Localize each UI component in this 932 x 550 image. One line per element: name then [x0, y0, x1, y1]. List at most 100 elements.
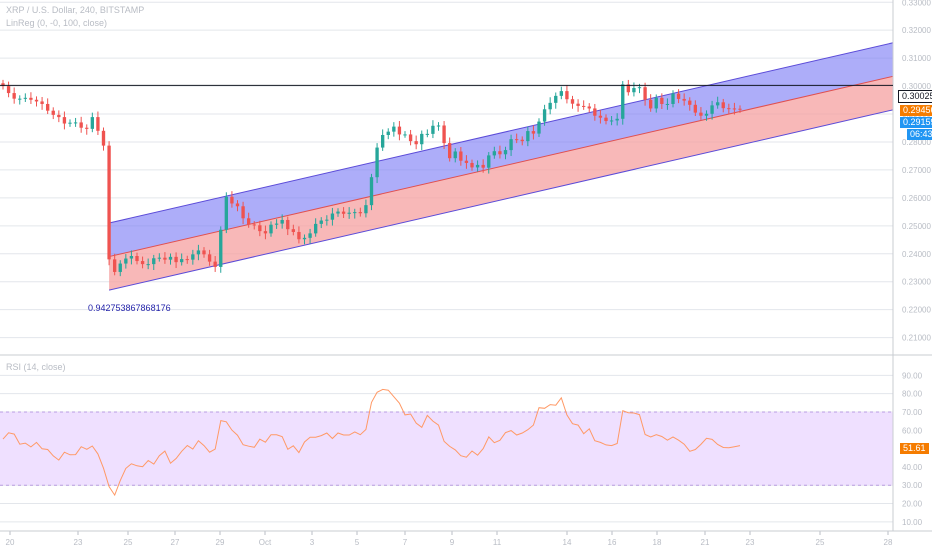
candle-down — [29, 97, 33, 100]
candle-down — [470, 162, 474, 168]
rsi-tick-label: 60.00 — [902, 426, 923, 435]
rsi-tick-label: 10.00 — [902, 518, 923, 527]
price-tick-label: 0.23000 — [902, 278, 931, 287]
candle-down — [498, 151, 502, 155]
candle-up — [453, 151, 457, 159]
candle-down — [51, 110, 55, 115]
candle-up — [68, 122, 72, 124]
candle-down — [85, 127, 89, 129]
candle-down — [297, 231, 301, 240]
candle-down — [213, 261, 217, 267]
candle-down — [565, 91, 569, 100]
candle-up — [124, 258, 128, 264]
candle-up — [420, 133, 424, 145]
x-tick-label: 9 — [450, 538, 455, 547]
x-tick-label: 11 — [493, 538, 502, 547]
candle-down — [408, 134, 413, 142]
x-tick-label: 18 — [653, 538, 662, 547]
candle-down — [587, 106, 591, 109]
candle-up — [364, 205, 368, 214]
candle-up — [319, 220, 323, 224]
candle-up — [621, 84, 625, 119]
candle-down — [62, 117, 67, 124]
price-tick-label: 0.25000 — [902, 222, 931, 231]
candle-up — [302, 237, 307, 240]
candle-down — [12, 93, 16, 99]
x-tick-label: 23 — [74, 538, 83, 547]
x-tick-label: 16 — [608, 538, 617, 547]
candle-down — [286, 219, 290, 230]
x-tick-label: 21 — [701, 538, 710, 547]
candle-up — [526, 131, 530, 142]
candle-down — [721, 102, 725, 109]
candle-down — [727, 108, 731, 110]
candle-up — [369, 177, 374, 206]
candle-up — [152, 258, 156, 265]
candle-up — [18, 98, 22, 100]
candle-down — [174, 256, 178, 263]
candle-down — [207, 254, 212, 262]
candle-up — [665, 103, 670, 105]
candle-down — [514, 139, 519, 141]
candle-down — [135, 256, 139, 262]
candle-up — [475, 164, 480, 168]
price-tick-label: 0.33000 — [902, 0, 931, 7]
candle-down — [397, 126, 402, 135]
candle-up — [542, 109, 547, 122]
candle-down — [140, 261, 145, 265]
candle-up — [615, 118, 619, 121]
candle-up — [179, 259, 184, 263]
candle-down — [235, 203, 240, 207]
candle-up — [280, 219, 284, 224]
candle-down — [570, 99, 575, 104]
candle-down — [6, 86, 11, 94]
last-price-tag: 0.29159 — [900, 117, 932, 128]
candle-up — [392, 126, 396, 132]
candle-up — [269, 224, 273, 234]
candle-up — [191, 254, 195, 260]
candle-up — [168, 256, 173, 260]
candle-up — [224, 196, 229, 230]
candle-up — [353, 212, 357, 214]
horizontal-line-price-tag: 0.30025 — [898, 90, 932, 103]
candle-up — [325, 219, 329, 221]
candle-up — [380, 134, 385, 148]
candle-down — [202, 250, 206, 255]
candle-down — [520, 139, 524, 142]
candle-down — [107, 145, 111, 260]
candle-down — [34, 99, 39, 102]
candle-up — [431, 125, 435, 134]
candle-up — [503, 150, 508, 155]
candle-down — [598, 115, 603, 118]
candle-down — [643, 87, 647, 100]
rsi-tick-label: 20.00 — [902, 500, 923, 509]
x-tick-label: 5 — [355, 538, 360, 547]
candle-up — [308, 233, 312, 238]
x-tick-label: 3 — [310, 538, 315, 547]
candle-down — [79, 122, 83, 128]
candle-down — [682, 98, 686, 101]
candle-down — [693, 104, 698, 113]
candle-up — [336, 211, 340, 214]
bar-timer-tag: 06:43 — [907, 129, 932, 140]
price-tick-label: 0.32000 — [902, 26, 931, 35]
candle-down — [581, 105, 586, 107]
candle-up — [609, 120, 614, 122]
price-tick-label: 0.22000 — [902, 306, 931, 315]
x-tick-label: 29 — [216, 538, 225, 547]
price-tick-label: 0.31000 — [902, 54, 931, 63]
candle-up — [330, 213, 335, 220]
current-price-tag: 0.29456 — [900, 105, 932, 116]
candle-up — [73, 122, 78, 124]
rsi-label: RSI (14, close) — [6, 362, 66, 372]
chart-svg[interactable]: 0.21000 0.22000 0.23000 0.24000 0.25000 0.260… — [0, 0, 932, 550]
price-tick-label: 0.21000 — [902, 334, 931, 343]
candle-up — [704, 113, 709, 116]
candle-up — [487, 155, 491, 168]
candle-down — [40, 101, 44, 104]
candle-down — [531, 131, 536, 134]
x-tick-label: 25 — [124, 538, 133, 547]
rsi-tick-label: 30.00 — [902, 481, 923, 490]
price-tick-label: 0.24000 — [902, 250, 931, 259]
candle-down — [57, 114, 61, 118]
